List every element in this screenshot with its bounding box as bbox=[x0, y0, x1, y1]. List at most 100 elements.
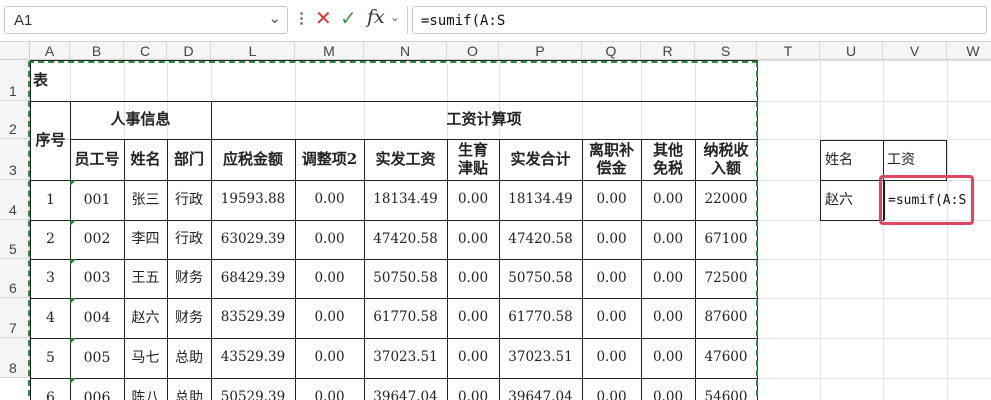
subheader-0[interactable]: 员工号 bbox=[70, 139, 125, 181]
table-cell[interactable]: 0.00 bbox=[447, 180, 500, 221]
lookup-salary-header[interactable]: 工资 bbox=[883, 140, 947, 181]
table-cell[interactable]: 47420.58 bbox=[364, 220, 448, 260]
table-cell[interactable]: 0.00 bbox=[641, 378, 696, 400]
table-cell[interactable]: 王五 bbox=[124, 259, 168, 299]
table-cell[interactable]: 72500 bbox=[695, 259, 758, 299]
column-header-d[interactable]: D bbox=[167, 42, 211, 60]
table-cell[interactable]: 0.00 bbox=[295, 378, 365, 400]
table-cell[interactable]: 22000 bbox=[695, 180, 758, 221]
table-cell[interactable]: 0.00 bbox=[641, 338, 696, 379]
table-cell[interactable]: 李四 bbox=[124, 220, 168, 260]
select-all-corner[interactable] bbox=[0, 42, 30, 60]
row-header-5[interactable]: 5 bbox=[0, 220, 30, 259]
subheader-9[interactable]: 其他 免税 bbox=[641, 139, 696, 181]
row-header-6[interactable]: 6 bbox=[0, 259, 30, 298]
table-cell[interactable]: 0.00 bbox=[582, 220, 642, 260]
table-cell[interactable]: 002 bbox=[70, 220, 125, 260]
table-cell[interactable]: 2 bbox=[30, 220, 71, 260]
row-header-2[interactable]: 2 bbox=[0, 101, 30, 139]
subheader-2[interactable]: 部门 bbox=[167, 139, 212, 181]
column-header-o[interactable]: O bbox=[447, 42, 499, 60]
table-cell[interactable]: 50750.58 bbox=[364, 259, 448, 299]
table-cell[interactable]: 马七 bbox=[124, 338, 168, 379]
table-cell[interactable]: 68429.39 bbox=[211, 259, 296, 299]
table-cell[interactable]: 0.00 bbox=[295, 298, 365, 339]
header-seq[interactable]: 序号 bbox=[30, 101, 71, 181]
table-cell[interactable]: 0.00 bbox=[447, 259, 500, 299]
table-cell[interactable]: 财务 bbox=[167, 298, 212, 339]
table-cell[interactable]: 37023.51 bbox=[499, 338, 583, 379]
row-header-1[interactable]: 1 bbox=[0, 60, 30, 101]
column-header-q[interactable]: Q bbox=[582, 42, 641, 60]
table-cell[interactable]: 行政 bbox=[167, 220, 212, 260]
table-cell[interactable]: 0.00 bbox=[295, 220, 365, 260]
table-cell[interactable]: 总助 bbox=[167, 378, 212, 400]
subheader-5[interactable]: 实发工资 bbox=[364, 139, 448, 181]
table-cell[interactable]: 83529.39 bbox=[211, 298, 296, 339]
row-header-8[interactable]: 8 bbox=[0, 338, 30, 378]
more-options-icon[interactable]: ⋮ bbox=[294, 9, 309, 27]
table-cell[interactable]: 行政 bbox=[167, 180, 212, 221]
subheader-6[interactable]: 生育 津贴 bbox=[447, 139, 500, 181]
table-cell[interactable]: 财务 bbox=[167, 259, 212, 299]
column-header-s[interactable]: S bbox=[695, 42, 757, 60]
table-cell[interactable]: 0.00 bbox=[582, 378, 642, 400]
table-cell[interactable]: 39647.04 bbox=[364, 378, 448, 400]
table-cell[interactable]: 0.00 bbox=[641, 180, 696, 221]
table-cell[interactable]: 0.00 bbox=[641, 259, 696, 299]
name-box[interactable]: A1 ⌄ bbox=[4, 6, 288, 34]
table-cell[interactable]: 37023.51 bbox=[364, 338, 448, 379]
table-cell[interactable]: 18134.49 bbox=[499, 180, 583, 221]
table-cell[interactable]: 赵六 bbox=[124, 298, 168, 339]
subheader-7[interactable]: 实发合计 bbox=[499, 139, 583, 181]
table-cell[interactable]: 67100 bbox=[695, 220, 758, 260]
table-cell[interactable]: 总助 bbox=[167, 338, 212, 379]
chevron-down-icon[interactable]: ⌄ bbox=[268, 9, 281, 27]
subheader-10[interactable]: 纳税收 入额 bbox=[695, 139, 758, 181]
table-cell[interactable]: 0.00 bbox=[447, 378, 500, 400]
subheader-8[interactable]: 离职补 偿金 bbox=[582, 139, 642, 181]
table-cell[interactable]: 61770.58 bbox=[499, 298, 583, 339]
table-cell[interactable]: 18134.49 bbox=[364, 180, 448, 221]
table-cell[interactable]: 50750.58 bbox=[499, 259, 583, 299]
table-cell[interactable]: 39647.04 bbox=[499, 378, 583, 400]
lookup-name-value[interactable]: 赵六 bbox=[820, 180, 884, 221]
table-cell[interactable]: 4 bbox=[30, 298, 71, 339]
row-header-7[interactable]: 7 bbox=[0, 298, 30, 338]
column-header-v[interactable]: V bbox=[883, 42, 947, 60]
table-cell[interactable]: 47600 bbox=[695, 338, 758, 379]
table-cell[interactable]: 3 bbox=[30, 259, 71, 299]
cancel-icon[interactable]: ✕ bbox=[315, 6, 332, 31]
table-cell[interactable]: 5 bbox=[30, 338, 71, 379]
lookup-name-header[interactable]: 姓名 bbox=[820, 140, 884, 181]
row-header-3[interactable]: 3 bbox=[0, 139, 30, 180]
table-cell[interactable]: 001 bbox=[70, 180, 125, 221]
table-cell[interactable]: 陈八 bbox=[124, 378, 168, 400]
insert-function-icon[interactable]: fx bbox=[367, 6, 385, 28]
column-header-a[interactable]: A bbox=[30, 42, 70, 60]
table-cell[interactable]: 19593.88 bbox=[211, 180, 296, 221]
column-header-l[interactable]: L bbox=[211, 42, 295, 60]
table-cell[interactable]: 张三 bbox=[124, 180, 168, 221]
table-cell[interactable]: 6 bbox=[30, 378, 71, 400]
table-cell[interactable]: 0.00 bbox=[447, 338, 500, 379]
column-header-r[interactable]: R bbox=[641, 42, 695, 60]
table-cell[interactable]: 43529.39 bbox=[211, 338, 296, 379]
confirm-icon[interactable]: ✓ bbox=[340, 6, 357, 31]
subheader-4[interactable]: 调整项2 bbox=[295, 139, 365, 181]
table-cell[interactable]: 1 bbox=[30, 180, 71, 221]
column-header-b[interactable]: B bbox=[70, 42, 124, 60]
table-cell[interactable]: 0.00 bbox=[582, 259, 642, 299]
table-cell[interactable]: 0.00 bbox=[641, 220, 696, 260]
table-cell[interactable]: 0.00 bbox=[582, 298, 642, 339]
table-cell[interactable]: 003 bbox=[70, 259, 125, 299]
column-header-m[interactable]: M bbox=[295, 42, 364, 60]
table-cell[interactable]: 63029.39 bbox=[211, 220, 296, 260]
sheet-title[interactable]: 表 bbox=[30, 60, 758, 102]
table-cell[interactable]: 50529.39 bbox=[211, 378, 296, 400]
active-edit-cell[interactable]: =sumif(A:S bbox=[883, 181, 966, 220]
column-header-w[interactable]: W bbox=[947, 42, 991, 60]
row-header-4[interactable]: 4 bbox=[0, 180, 30, 220]
table-cell[interactable]: 0.00 bbox=[447, 298, 500, 339]
column-header-n[interactable]: N bbox=[364, 42, 447, 60]
